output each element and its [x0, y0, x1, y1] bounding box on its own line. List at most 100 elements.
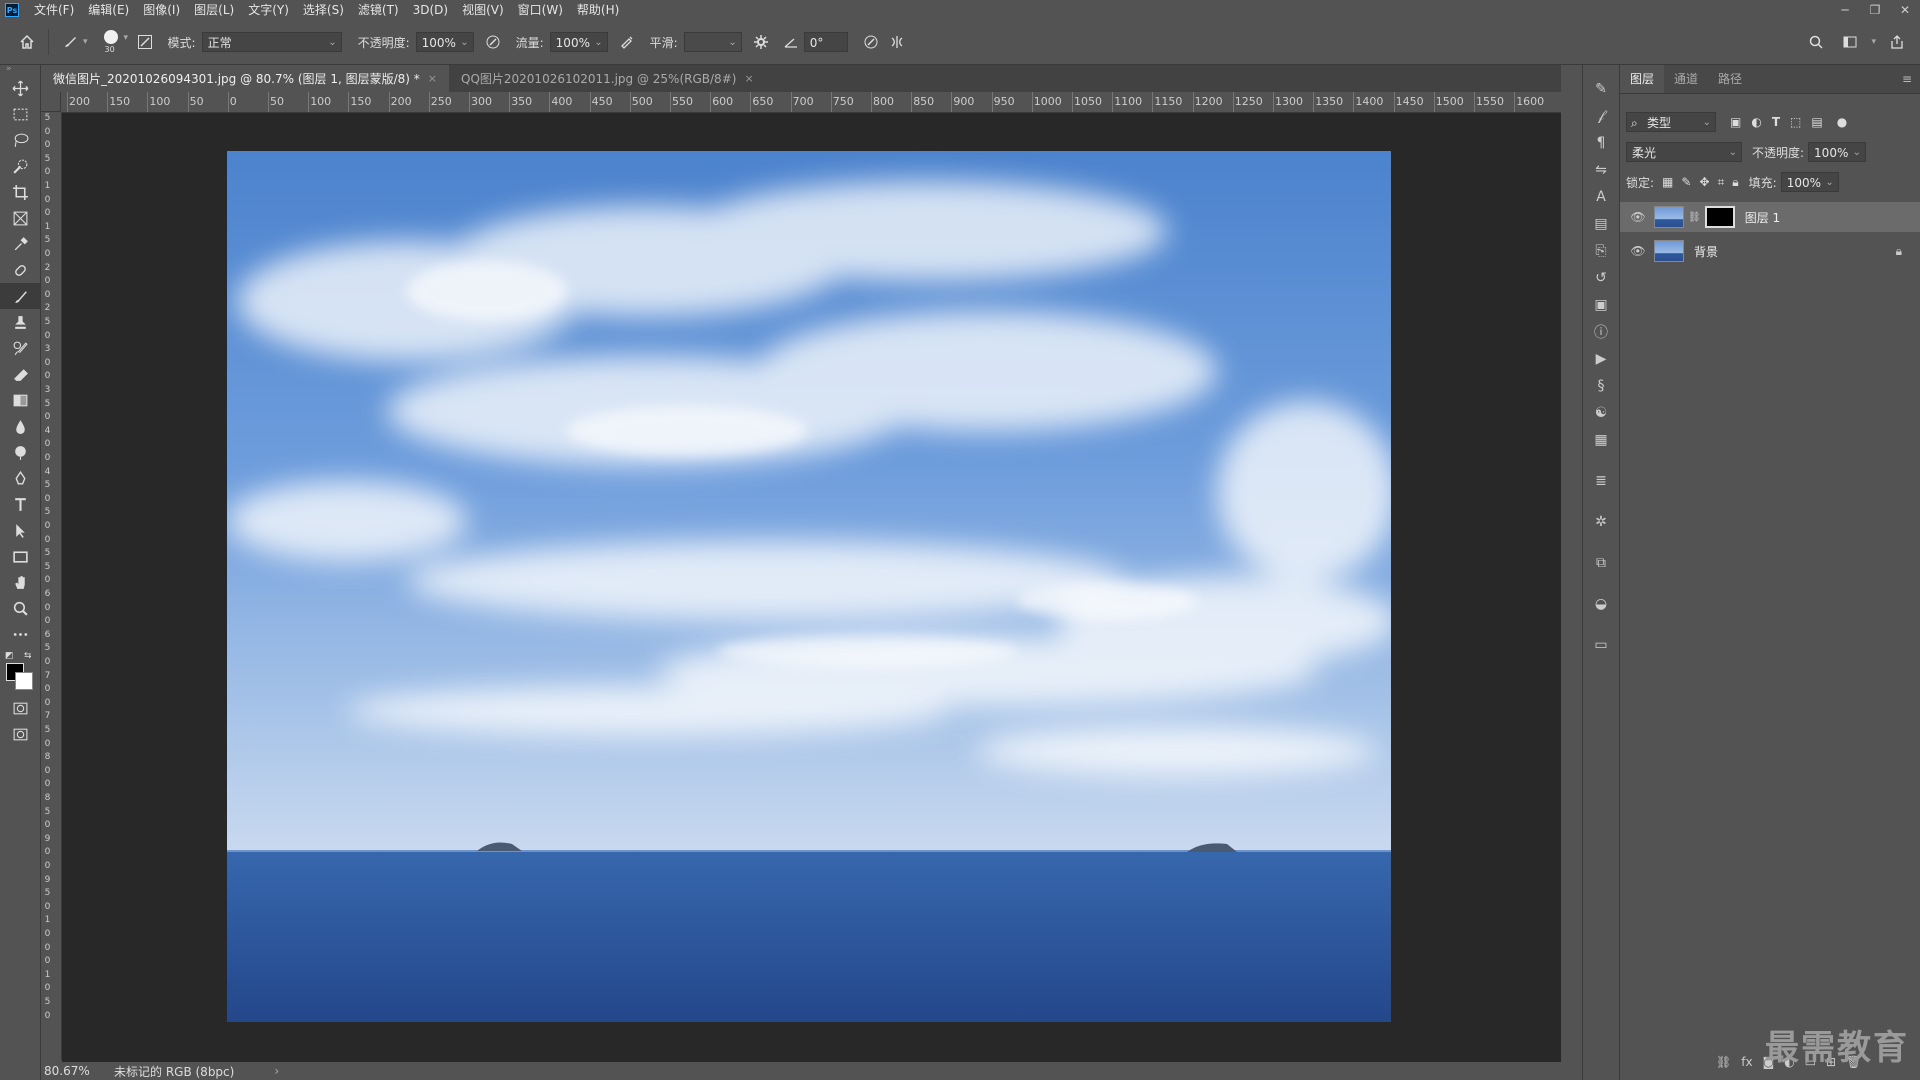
airbrush-icon[interactable]	[614, 29, 640, 55]
info-icon[interactable]: ⓘ	[1583, 318, 1619, 345]
menu-layer[interactable]: 图层(L)	[187, 0, 241, 20]
lock-position-icon[interactable]: ✥	[1699, 175, 1709, 189]
link-icon[interactable]: ⛓	[1688, 212, 1701, 223]
more-tools-icon[interactable]	[0, 621, 40, 647]
layer-thumbnail[interactable]	[1654, 206, 1684, 228]
brush-tool-preset-icon[interactable]	[57, 29, 83, 55]
close-icon[interactable]: ×	[744, 72, 753, 85]
rectangle-tool-icon[interactable]	[0, 543, 40, 569]
chevron-down-icon[interactable]: ▾	[1871, 37, 1876, 47]
glyphs-icon[interactable]: ⧉	[1583, 549, 1619, 576]
vertical-ruler[interactable]: 5 0 0 5 0 1 0 0 1 5 0 2 0 0 2 5 0 3 0 0 3 5 0 4 0 0 4 5 0 5 0 0 5 5 0 6 0 0 6 5…	[41, 112, 62, 1060]
lock-image-icon[interactable]: ✎	[1681, 175, 1691, 189]
filter-smartobject-icon[interactable]: ▤	[1811, 115, 1822, 129]
horizontal-ruler[interactable]: 200 150 100 50 0 50 100 150 200 250 300 350 400 450 50…	[61, 92, 1561, 113]
restore-icon[interactable]: ❐	[1860, 0, 1890, 20]
quick-selection-tool-icon[interactable]	[0, 153, 40, 179]
hand-tool-icon[interactable]	[0, 569, 40, 595]
close-icon[interactable]: ×	[428, 72, 437, 85]
menu-select[interactable]: 选择(S)	[296, 0, 351, 20]
panel-menu-icon[interactable]: ≡	[1902, 72, 1912, 86]
filter-shape-icon[interactable]: ⬚	[1790, 115, 1801, 129]
menu-filter[interactable]: 滤镜(T)	[351, 0, 406, 20]
status-arrow-icon[interactable]: ›	[274, 1064, 279, 1078]
lasso-tool-icon[interactable]	[0, 127, 40, 153]
screen-mode-icon[interactable]	[0, 721, 40, 747]
photoshop-logo-icon[interactable]: Ps	[5, 3, 19, 17]
3d-icon[interactable]: ☯	[1583, 399, 1619, 426]
default-colors-icon[interactable]: ◩	[5, 651, 14, 661]
document-canvas-image[interactable]	[227, 151, 1391, 1022]
smoothing-input[interactable]: ⌄	[683, 32, 742, 52]
pen-tool-icon[interactable]	[0, 465, 40, 491]
link-layers-icon[interactable]: ⛓	[1716, 1055, 1731, 1069]
clone-source-icon[interactable]: ⎘	[1583, 237, 1619, 264]
navigator-icon[interactable]: ✲	[1583, 508, 1619, 535]
lock-icon[interactable]: 🔒︎	[1896, 244, 1902, 259]
brush-tool-icon[interactable]	[0, 283, 40, 309]
ruler-corner[interactable]	[41, 92, 61, 112]
gear-icon[interactable]	[748, 29, 774, 55]
opacity-input[interactable]: 100% ⌄	[415, 32, 474, 52]
swap-colors-icon[interactable]: ⇆	[24, 651, 32, 661]
lock-artboard-icon[interactable]: ⌗	[1718, 175, 1725, 190]
swatches-icon[interactable]: ▦	[1583, 426, 1619, 453]
marquee-tool-icon[interactable]	[0, 101, 40, 127]
blur-tool-icon[interactable]	[0, 413, 40, 439]
home-icon[interactable]	[14, 29, 40, 55]
healing-brush-tool-icon[interactable]	[0, 257, 40, 283]
chevron-down-icon[interactable]: ▾	[83, 37, 88, 47]
brush-size-picker[interactable]: 30 ▾	[98, 27, 132, 57]
crop-tool-icon[interactable]	[0, 179, 40, 205]
tab-layers[interactable]: 图层	[1620, 65, 1665, 93]
brushes-icon[interactable]: 𝒻	[1583, 102, 1619, 129]
background-color-swatch[interactable]	[15, 672, 33, 690]
lock-transparent-icon[interactable]: ▦	[1662, 175, 1673, 189]
brush-settings-panel-icon[interactable]	[132, 29, 158, 55]
layer-filter-select[interactable]: ⌕ 类型 ⌄	[1626, 112, 1716, 132]
clone-stamp-tool-icon[interactable]	[0, 309, 40, 335]
layer-mask-thumbnail[interactable]	[1704, 206, 1735, 228]
brush-settings-icon[interactable]: ✎	[1583, 75, 1619, 102]
path-selection-tool-icon[interactable]	[0, 517, 40, 543]
filter-type-icon[interactable]: T	[1772, 115, 1780, 129]
symmetry-icon[interactable]	[884, 29, 910, 55]
blend-mode-select[interactable]: 正常 ⌄	[201, 32, 342, 52]
layer-fill-input[interactable]: 100% ⌄	[1780, 172, 1839, 192]
adjustments-icon[interactable]: ⇋	[1583, 156, 1619, 183]
filter-pixel-icon[interactable]: ▣	[1730, 115, 1741, 129]
angle-input[interactable]: 0°	[803, 32, 848, 52]
frame-tool-icon[interactable]	[0, 205, 40, 231]
history-icon[interactable]: ↺	[1583, 264, 1619, 291]
tab-document-1[interactable]: 微信图片_20201026094301.jpg @ 80.7% (图层 1, 图…	[41, 65, 449, 92]
dodge-tool-icon[interactable]	[0, 439, 40, 465]
menu-view[interactable]: 视图(V)	[455, 0, 511, 20]
zoom-level[interactable]: 80.67%	[44, 1064, 104, 1078]
layer-name[interactable]: 背景	[1694, 243, 1718, 260]
flow-input[interactable]: 100% ⌄	[549, 32, 608, 52]
eraser-tool-icon[interactable]	[0, 361, 40, 387]
minimize-icon[interactable]: ─	[1830, 0, 1860, 20]
character-icon[interactable]: A	[1583, 183, 1619, 210]
zoom-tool-icon[interactable]	[0, 595, 40, 621]
menu-3d[interactable]: 3D(D)	[406, 0, 455, 20]
layer-row-background[interactable]: 👁︎ 背景 🔒︎	[1620, 236, 1920, 266]
layer-name[interactable]: 图层 1	[1745, 209, 1780, 226]
share-icon[interactable]	[1884, 29, 1910, 55]
workspace-icon[interactable]	[1837, 29, 1863, 55]
tab-channels[interactable]: 通道	[1664, 65, 1708, 93]
layer-thumbnail[interactable]	[1654, 240, 1684, 262]
layer-row-layer1[interactable]: 👁︎ ⛓ 图层 1	[1620, 202, 1920, 232]
paths-icon[interactable]: §	[1583, 372, 1619, 399]
menu-image[interactable]: 图像(I)	[136, 0, 187, 20]
menu-type[interactable]: 文字(Y)	[241, 0, 296, 20]
history-brush-tool-icon[interactable]	[0, 335, 40, 361]
menu-window[interactable]: 窗口(W)	[511, 0, 570, 20]
type-tool-icon[interactable]	[0, 491, 40, 517]
quick-mask-icon[interactable]	[0, 695, 40, 721]
eye-icon[interactable]: 👁︎	[1628, 210, 1648, 224]
collapse-icon[interactable]: »	[0, 65, 40, 75]
move-tool-icon[interactable]	[0, 75, 40, 101]
menu-help[interactable]: 帮助(H)	[570, 0, 626, 20]
notes-icon[interactable]: ≣	[1583, 467, 1619, 494]
